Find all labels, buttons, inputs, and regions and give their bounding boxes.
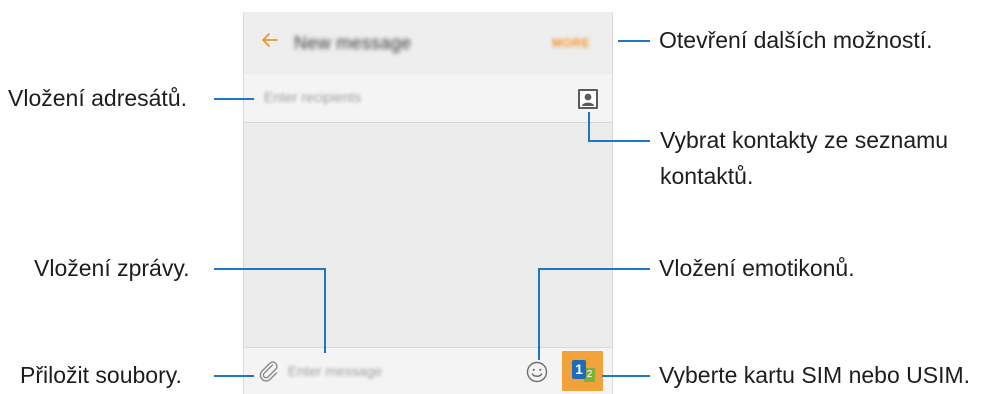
callout-line-emoticons-h xyxy=(538,268,650,270)
callout-line-contacts-v xyxy=(588,112,590,142)
label-choose-sim: Vyberte kartu SIM nebo USIM. xyxy=(659,362,971,388)
smiley-icon xyxy=(526,361,548,387)
label-attach-files: Přiložit soubory. xyxy=(20,362,182,388)
sim-select-button[interactable]: 2 1 xyxy=(562,351,603,391)
label-insert-emoticons: Vložení emotikonů. xyxy=(659,255,855,281)
label-select-contacts-line1: Vybrat kontakty ze seznamu xyxy=(660,127,949,153)
app-bar: New message MORE xyxy=(244,12,612,75)
label-more-options: Otevření dalších možností. xyxy=(659,27,933,53)
contacts-button[interactable] xyxy=(577,88,599,110)
callout-line-recipients xyxy=(214,98,254,100)
paperclip-icon xyxy=(258,361,280,386)
sim-card-icon: 1 xyxy=(572,360,586,379)
emoji-button[interactable] xyxy=(526,361,548,383)
label-add-recipients: Vložení adresátů. xyxy=(8,85,188,111)
page-title: New message xyxy=(294,33,412,53)
recipient-row: Enter recipients xyxy=(244,74,612,123)
compose-bar: Enter message 2 1 xyxy=(244,347,612,394)
callout-line-message-v xyxy=(324,268,326,353)
recipients-input[interactable]: Enter recipients xyxy=(264,89,361,105)
conversation-area xyxy=(244,123,612,347)
label-select-contacts-line2: kontaktů. xyxy=(660,163,754,189)
callout-line-emoticons-v xyxy=(538,268,540,360)
phone-screen: New message MORE Enter recipients Enter … xyxy=(243,12,613,394)
back-arrow-icon xyxy=(260,30,280,55)
callout-line-sim xyxy=(602,375,650,377)
callout-line-attach xyxy=(214,375,254,377)
label-insert-message: Vložení zprávy. xyxy=(34,255,190,281)
back-button[interactable] xyxy=(256,29,284,57)
callout-line-contacts-h xyxy=(588,140,650,142)
message-input[interactable]: Enter message xyxy=(288,363,382,379)
callout-line-more xyxy=(618,40,650,42)
more-button[interactable]: MORE xyxy=(552,36,590,50)
callout-line-message-h xyxy=(214,268,326,270)
attach-button[interactable] xyxy=(258,360,280,382)
